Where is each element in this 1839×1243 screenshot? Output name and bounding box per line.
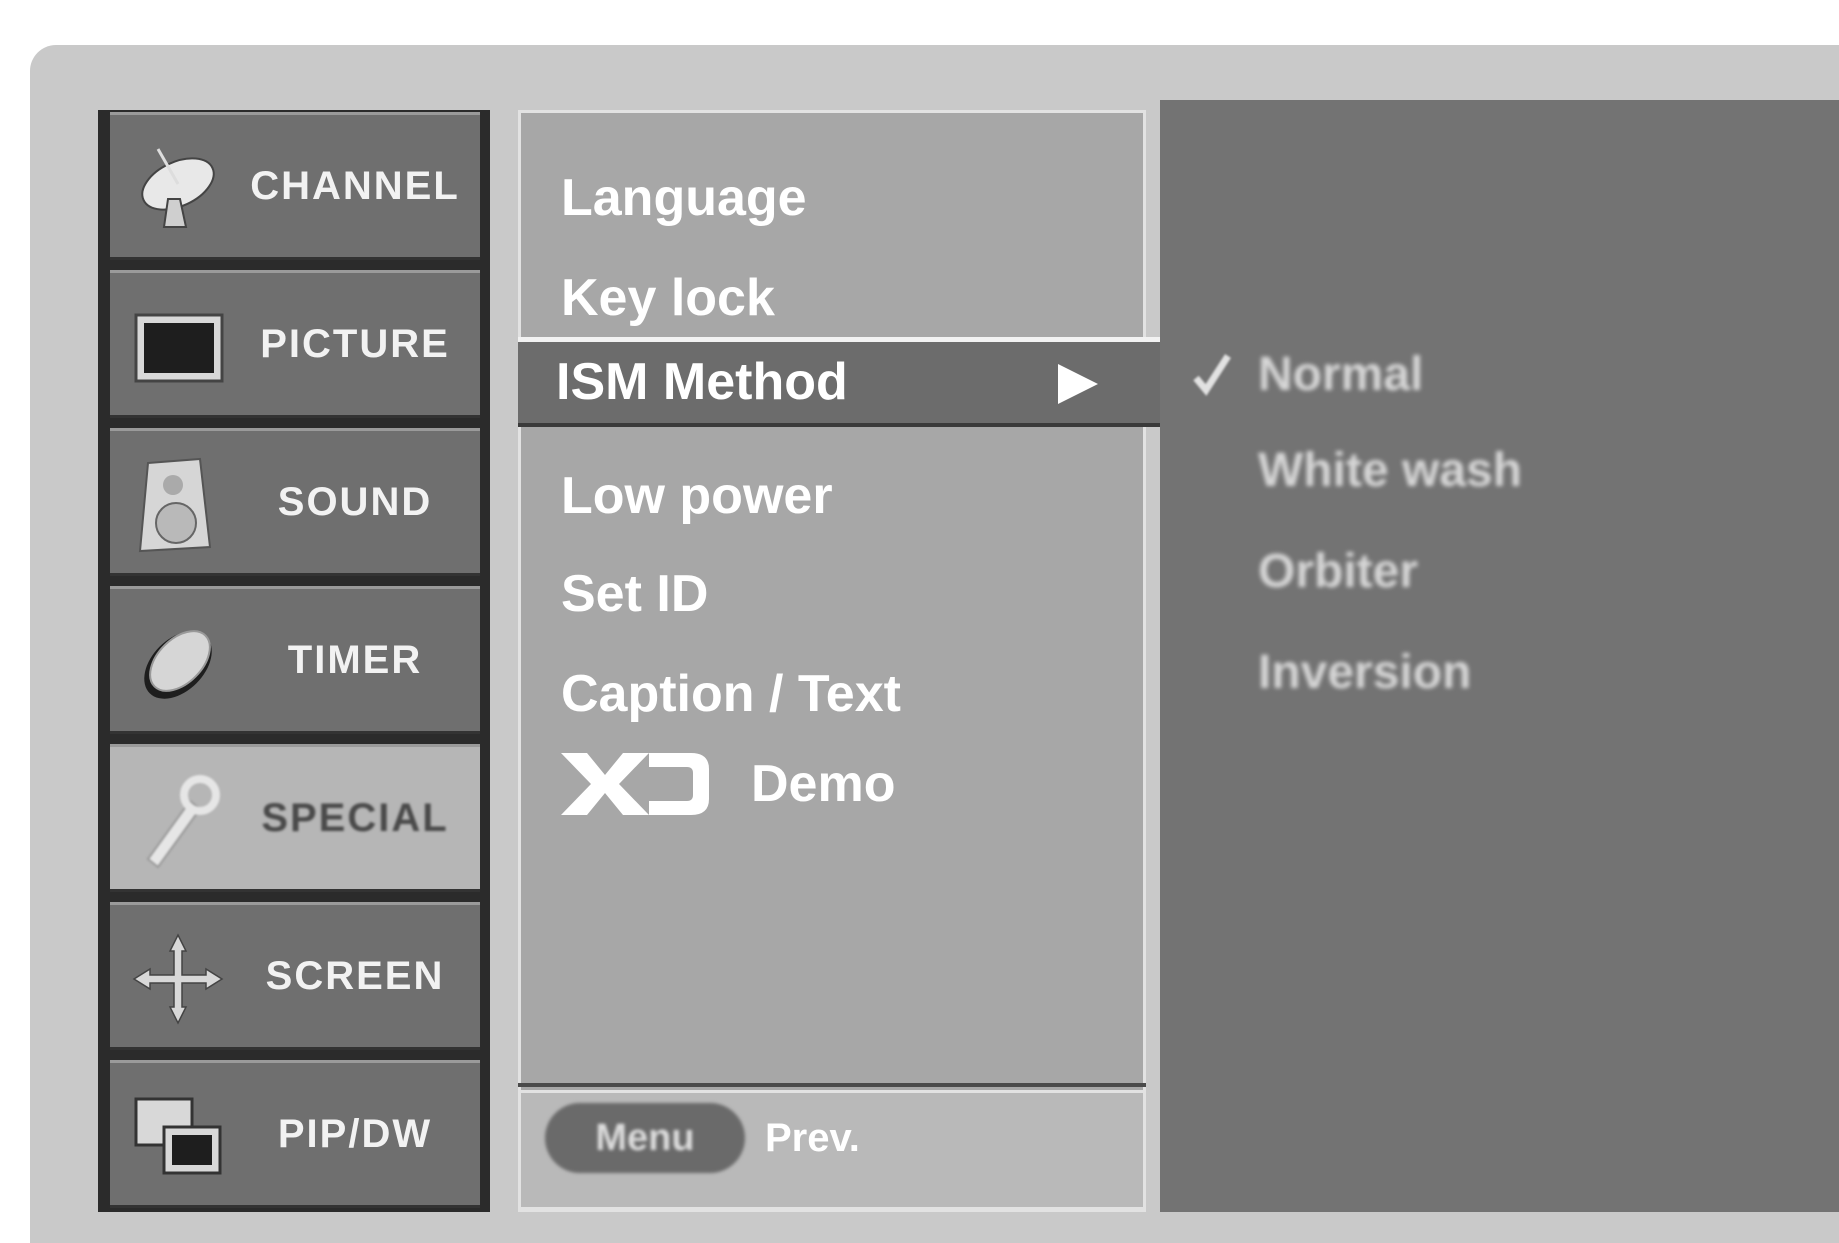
- category-label: CHANNEL: [250, 163, 460, 208]
- category-picture[interactable]: PICTURE: [110, 270, 480, 418]
- menu-item-set-id[interactable]: Set ID: [561, 554, 708, 634]
- category-label: PIP/DW: [277, 1111, 433, 1156]
- category-screen[interactable]: SCREEN: [110, 902, 480, 1050]
- wrench-icon: [146, 775, 220, 869]
- menu-item-xd-demo[interactable]: Demo: [751, 744, 895, 824]
- category-pip-dw[interactable]: PIP/DW: [110, 1060, 480, 1208]
- tv-screen-icon: [134, 313, 224, 383]
- divider: [518, 1083, 1146, 1087]
- menu-item-key-lock[interactable]: Key lock: [561, 258, 775, 338]
- clock-icon: [144, 630, 212, 699]
- special-menu-panel: Language Key lock Low power Set ID Capti…: [518, 110, 1146, 1212]
- category-label: SCREEN: [265, 953, 445, 998]
- menu-button[interactable]: Menu: [545, 1103, 745, 1173]
- category-channel[interactable]: CHANNEL: [110, 112, 480, 260]
- menu-item-ism-method[interactable]: ISM Method: [518, 337, 1198, 427]
- prev-label: Prev.: [765, 1116, 860, 1160]
- menu-item-caption-text[interactable]: Caption / Text: [561, 654, 901, 734]
- menu-item-low-power[interactable]: Low power: [561, 456, 833, 536]
- category-label: SOUND: [277, 479, 433, 524]
- menu-item-label: ISM Method: [556, 353, 848, 411]
- satellite-dish-icon: [141, 148, 215, 228]
- xd-logo-icon: [561, 753, 709, 815]
- pip-windows-icon: [134, 1097, 222, 1175]
- option-normal[interactable]: Normal: [1258, 340, 1423, 410]
- option-orbiter[interactable]: Orbiter: [1258, 537, 1418, 607]
- menu-item-language[interactable]: Language: [561, 158, 807, 238]
- option-white-wash[interactable]: White wash: [1258, 436, 1522, 506]
- category-label: TIMER: [287, 637, 423, 682]
- move-arrows-icon: [132, 933, 224, 1025]
- category-sound[interactable]: SOUND: [110, 428, 480, 576]
- submenu-arrow-icon: [1058, 364, 1098, 404]
- category-label: SPECIAL: [261, 795, 449, 840]
- category-timer[interactable]: TIMER: [110, 586, 480, 734]
- speaker-icon: [138, 457, 212, 553]
- category-special[interactable]: SPECIAL: [110, 744, 480, 892]
- checkmark-icon: [1193, 354, 1231, 396]
- option-inversion[interactable]: Inversion: [1258, 638, 1471, 708]
- category-label: PICTURE: [260, 321, 450, 366]
- menu-footer: Menu Prev.: [518, 1090, 1146, 1210]
